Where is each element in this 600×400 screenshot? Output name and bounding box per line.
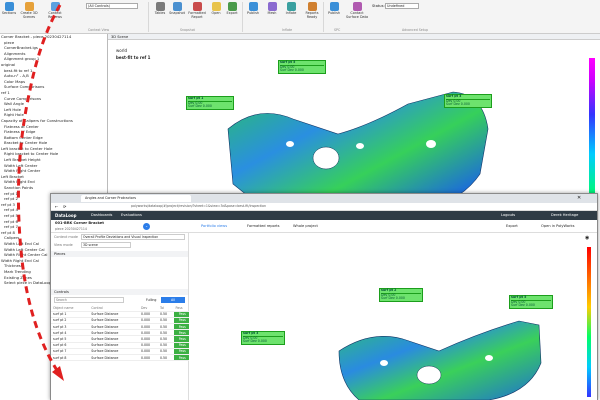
pieces-header[interactable]: Pieces (51, 251, 188, 257)
refresh-icon[interactable]: ⟳ (63, 204, 66, 209)
web-annotation-box[interactable]: surf pt 3 Dev 0.00 Surf Dev 0.000 (241, 331, 285, 345)
view-mode-select[interactable]: 3D scene (81, 242, 131, 248)
eye-icon[interactable]: ◉ (585, 235, 589, 241)
context-mode-label: Context mode (54, 235, 78, 239)
view-mode-label: View mode (54, 243, 73, 247)
view-tab-portfolio[interactable]: Portfolio views (201, 224, 227, 228)
table-row[interactable]: surf pt 8 Surface Distance 0.000 0.50 Pass (51, 354, 189, 362)
ribbon-button-export[interactable]: Export (224, 2, 240, 28)
group-label-spc: SPC (334, 28, 341, 32)
ribbon-button-create-scenes[interactable]: Create 3D Scenes (20, 2, 38, 28)
browser-titlebar: Angles and Corner Protractors ✕ (51, 194, 597, 203)
surface-icon (352, 2, 362, 11)
ribbon-separator (323, 2, 324, 32)
pass-badge: Pass (173, 354, 189, 362)
table-cell: surf pt 8 (51, 354, 90, 362)
status-label: Status: (372, 4, 385, 8)
mesh-icon (267, 2, 277, 11)
ready-icon (307, 2, 317, 11)
ribbon-button-snapshot[interactable]: Snapshot (168, 2, 186, 28)
ribbon-button-publish[interactable]: Publish (244, 2, 262, 28)
table-cell: Surface Distance (89, 354, 139, 362)
filter-select[interactable]: All (161, 297, 185, 303)
open-in-polyworks-button[interactable]: Open in PolyWorks (541, 224, 575, 228)
status-select[interactable]: Undefined (385, 3, 419, 9)
ribbon-button-sections[interactable]: Sections (1, 2, 17, 28)
address-bar: ← ⟳ polyworks/dataloop/#/project/revisio… (51, 203, 597, 211)
web-annotation-box[interactable]: surf pt 5 Dev 0.00 Surf Dev 0.000 (509, 295, 553, 309)
context-mode-select[interactable]: Overall Profile Deviations and Visual In… (81, 234, 185, 240)
web-3d-viewer[interactable]: surf pt 3 Dev 0.00 Surf Dev 0.000 surf pt 2… (189, 233, 597, 400)
ribbon-button-tables[interactable]: Tables (152, 2, 168, 28)
table-cell: 0.000 (138, 354, 158, 362)
context-icon (50, 2, 60, 11)
annotation-row: Surf Dev 0.000 (280, 68, 304, 73)
folder-icon (211, 2, 221, 11)
piece-name[interactable]: piece 20230427114 (55, 227, 87, 231)
ribbon-button-context-reviews[interactable]: Context Reviews (44, 2, 66, 28)
publish-icon (248, 2, 258, 11)
project-name[interactable]: 001-BRK Corner Bracket (55, 221, 104, 225)
controls-table: Object name Control Dev Tol Pass surf pt 1 Su… (51, 305, 189, 362)
dataloop-header: DataLoop Dashboards Evaluations Logouts … (51, 211, 597, 220)
group-label-advanced: Advanced Setup (402, 28, 429, 32)
scene-annotation-box[interactable]: surf pt 5 Dev 0.00 Surf Dev 0.000 (278, 60, 326, 74)
close-icon[interactable]: ✕ (577, 195, 581, 201)
camera-icon (172, 2, 182, 11)
controls-search-input[interactable] (54, 297, 124, 303)
ribbon-button-mesh[interactable]: Mesh (264, 2, 280, 28)
nav-evaluations[interactable]: Evaluations (121, 213, 142, 217)
logout-link[interactable]: Logouts (501, 213, 515, 217)
ribbon-separator (148, 2, 149, 32)
project-bar: 001-BRK Corner Bracket piece 20230427114… (51, 220, 597, 233)
web-bracket-model[interactable] (189, 233, 597, 400)
group-label-snapshot: Snapshot (180, 28, 195, 32)
export-button[interactable]: Export (506, 224, 518, 228)
web-annotation-box[interactable]: surf pt 2 Dev 0.00 Surf Dev 0.000 (379, 288, 423, 302)
scene-icon (24, 2, 34, 11)
annotation-row: Surf Dev 0.000 (446, 102, 470, 107)
ribbon-button-open[interactable]: Open (208, 2, 224, 28)
web-browser-window: Angles and Corner Protractors ✕ ← ⟳ poly… (50, 193, 598, 400)
scene-annotation-box[interactable]: surf pt 1 Dev 0.00 Surf Dev 0.000 (186, 96, 234, 110)
user-name[interactable]: Derek Heritage (551, 213, 578, 217)
piece-selector-button[interactable]: ⌄ (143, 223, 150, 230)
brand-logo[interactable]: DataLoop (55, 213, 77, 218)
annotation-row: Surf Dev 0.000 (381, 296, 405, 301)
ribbon-toolbar: Sections Create 3D Scenes Context Review… (0, 0, 600, 34)
filter-label: Fulling (146, 298, 157, 302)
ribbon-button-contact-surface[interactable]: Contact Surface Data (345, 2, 369, 28)
scene-annotation-box[interactable]: surf pt 3 Dev 0.00 Surf Dev 0.000 (444, 94, 492, 108)
browser-tab[interactable]: Angles and Corner Protractors (81, 195, 191, 202)
url-field[interactable]: polyworks/dataloop/#/project/revision/?s… (131, 204, 491, 209)
controls-header[interactable]: Controls (51, 289, 188, 295)
annotation-row: Surf Dev 0.000 (243, 339, 267, 344)
controls-panel: Context mode Overall Profile Deviations … (51, 233, 189, 400)
ribbon-button-inflate[interactable]: Inflate (282, 2, 300, 28)
ribbon-separator (242, 2, 243, 32)
web-color-scale (587, 247, 591, 397)
back-arrow-icon[interactable]: ← (55, 204, 58, 209)
table-icon (155, 2, 165, 11)
ribbon-button-publish-spc[interactable]: Publish (325, 2, 343, 28)
inflate-icon (286, 2, 296, 11)
ribbon-button-reports-ready[interactable]: Reports Ready (302, 2, 322, 28)
nav-dashboards[interactable]: Dashboards (91, 213, 112, 217)
publish-icon (329, 2, 339, 11)
ribbon-button-formatted-report[interactable]: Formatted Report (187, 2, 207, 28)
sections-icon (4, 2, 14, 11)
alignment-select[interactable]: (All Controls) (86, 3, 138, 9)
group-label-inflate: Inflate (282, 28, 293, 32)
group-label-context: Context View (88, 28, 110, 32)
table-cell: 0.50 (157, 354, 174, 362)
report-icon (192, 2, 202, 11)
view-tab-whole-project[interactable]: Whole project (293, 224, 318, 228)
annotation-row: Surf Dev 0.000 (188, 104, 212, 109)
export-icon (227, 2, 237, 11)
view-tab-formatted-reports[interactable]: Formatted reports (247, 224, 280, 228)
annotation-row: Surf Dev 0.000 (511, 303, 535, 308)
